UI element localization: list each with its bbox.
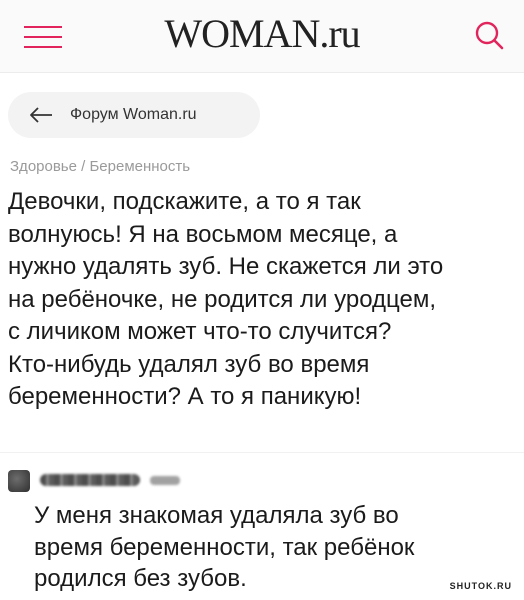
post-line: волнуюсь! Я на восьмом месяце, а bbox=[8, 220, 398, 248]
reply-line: У меня знакомая удаляла зуб во bbox=[34, 502, 399, 529]
avatar[interactable] bbox=[8, 470, 30, 492]
search-icon[interactable] bbox=[472, 18, 506, 52]
reply-author-name-redacted bbox=[40, 474, 140, 486]
reply-author-meta bbox=[8, 468, 228, 498]
reply-comment-text: У меня знакомая удаляла зуб во время бер… bbox=[34, 500, 494, 595]
top-header: WOMAN.ru bbox=[0, 0, 524, 73]
post-line: на ребёночке, не родится ли уродцем, bbox=[8, 285, 437, 313]
breadcrumb[interactable]: Здоровье / Беременность bbox=[10, 157, 190, 177]
back-link-label: Форум Woman.ru bbox=[70, 106, 197, 123]
post-line: Кто-нибудь удалял зуб во время bbox=[8, 350, 370, 378]
reply-line: время беременности, так ребёнок bbox=[34, 533, 415, 561]
post-line: беременности? А то я паникую! bbox=[8, 383, 362, 410]
reply-timestamp-redacted bbox=[150, 476, 180, 485]
post-line: нужно удалять зуб. Не скажется ли это bbox=[8, 253, 444, 280]
forum-post-text: Девочки, подскажите, а то я так волнуюсь… bbox=[8, 186, 518, 414]
reply-line: родился без зубов. bbox=[34, 565, 247, 592]
arrow-left-icon bbox=[30, 107, 52, 123]
divider bbox=[0, 452, 524, 453]
site-logo[interactable]: WOMAN.ru bbox=[0, 12, 524, 56]
post-line: Девочки, подскажите, а то я так bbox=[8, 188, 361, 215]
post-line: с личиком может что-то случится? bbox=[8, 318, 392, 345]
back-to-forum-button[interactable]: Форум Woman.ru bbox=[8, 92, 260, 138]
watermark: SHUTOK.RU bbox=[449, 581, 512, 591]
